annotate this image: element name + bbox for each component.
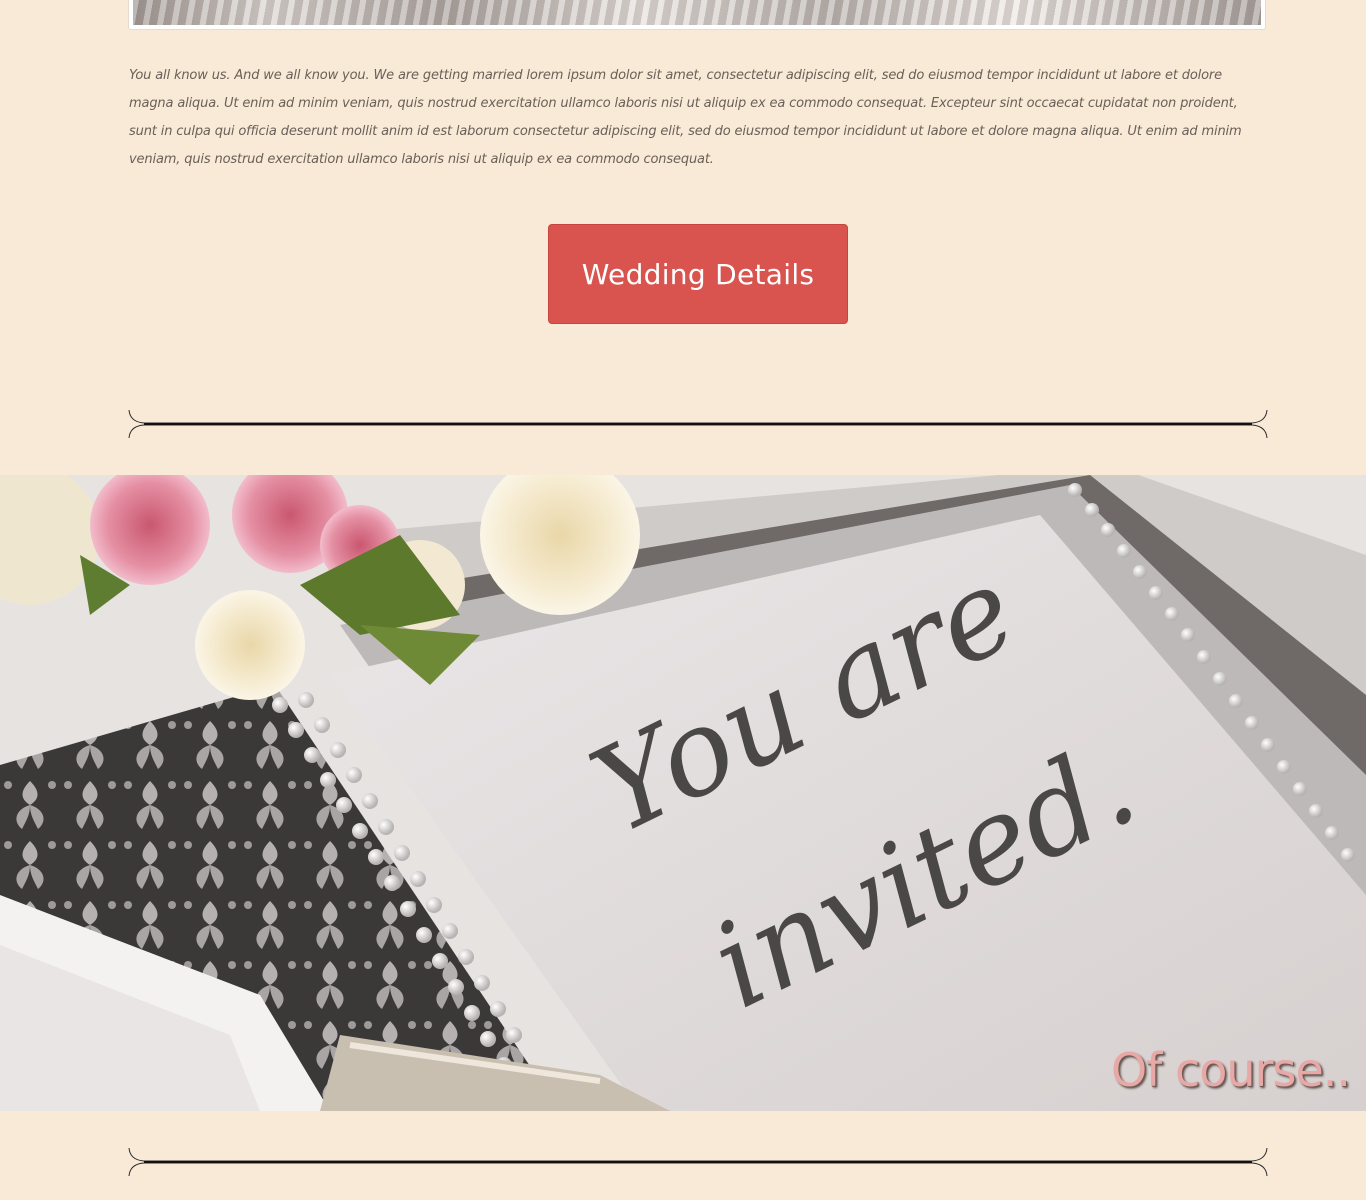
wedding-details-button[interactable]: Wedding Details: [548, 224, 848, 324]
top-photo-frame: [128, 0, 1266, 30]
invitation-hero: You are invited. Of course..: [0, 475, 1366, 1111]
intro-paragraph: You all know us. And we all know you. We…: [129, 68, 1242, 167]
section-divider: [128, 1147, 1268, 1177]
top-photo: [133, 0, 1261, 25]
card-script: You are invited.: [572, 539, 1156, 1035]
hero-tagline: Of course..: [1110, 1043, 1351, 1097]
section-divider: [128, 409, 1268, 439]
